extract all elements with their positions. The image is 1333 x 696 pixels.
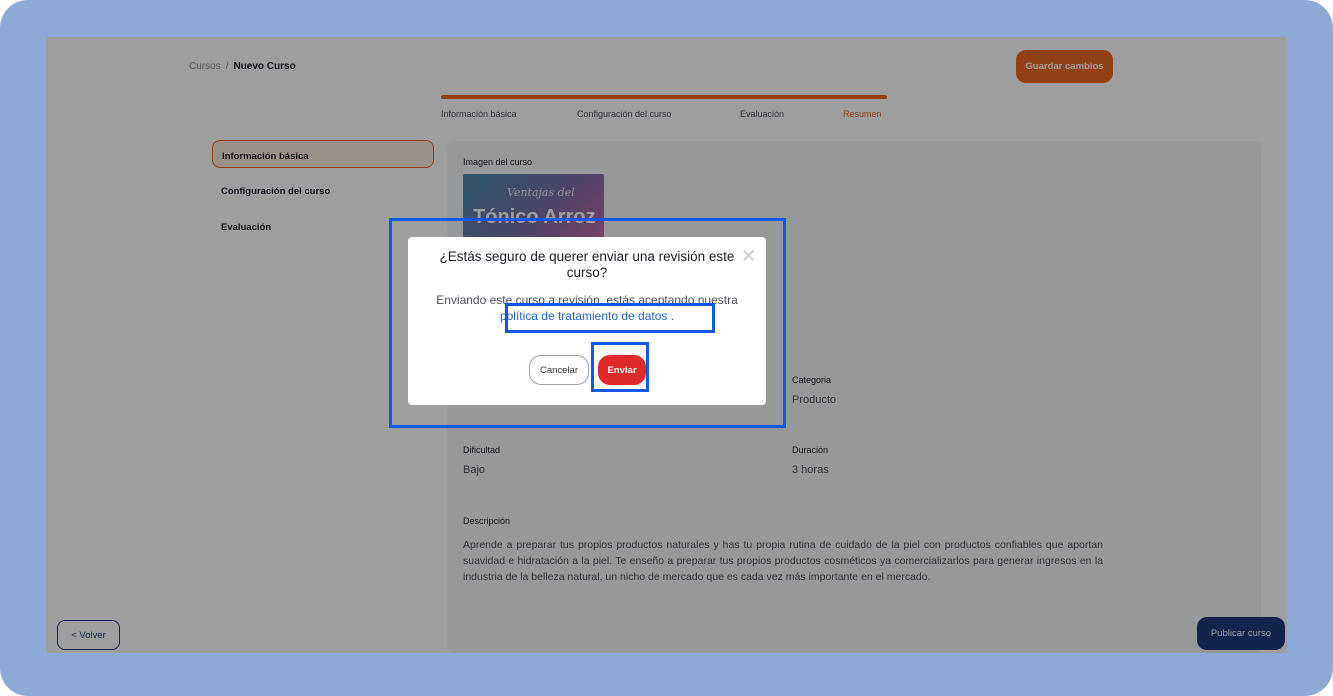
highlight-box-send [591, 342, 649, 392]
highlight-box-policy-link [505, 303, 715, 333]
app-screen: Cursos / Nuevo Curso Guardar cambios Infor… [46, 37, 1287, 653]
